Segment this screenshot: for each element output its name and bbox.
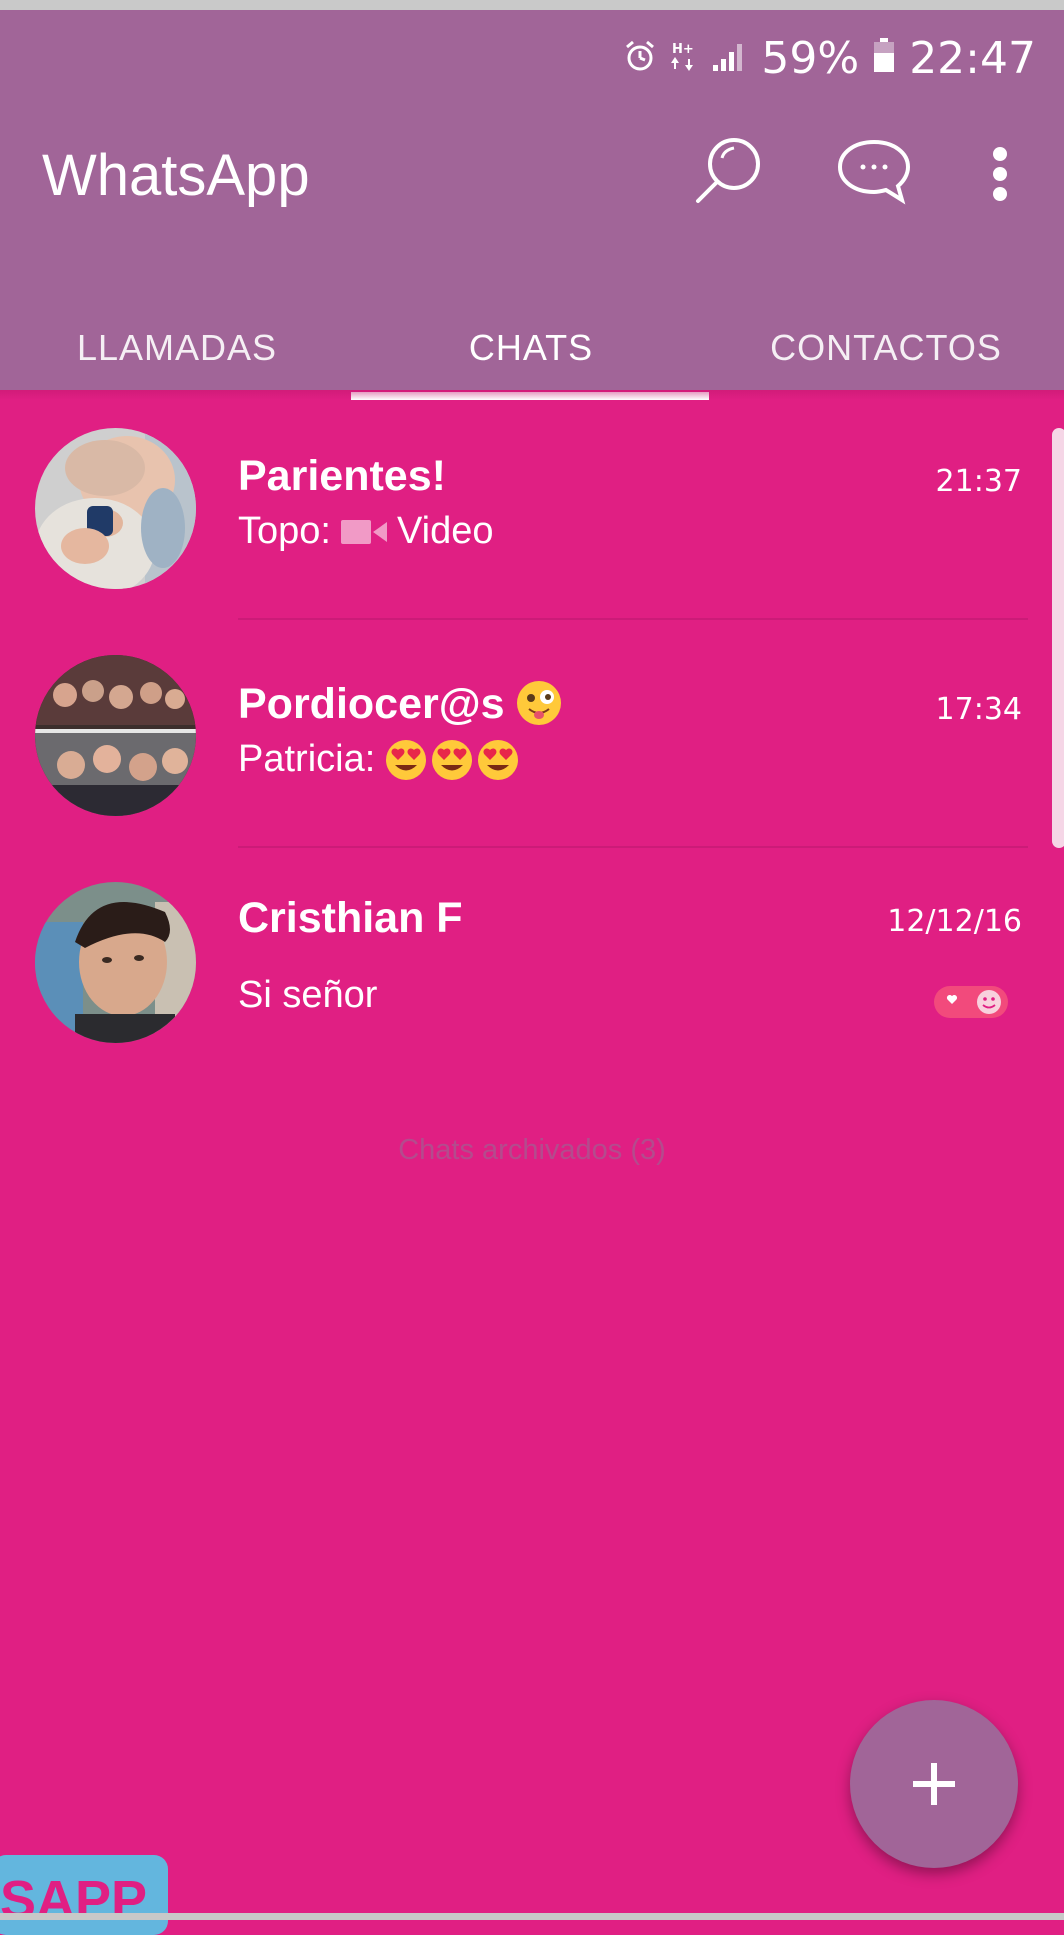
- tab-bar: LLAMADAS CHATS CONTACTOS: [0, 300, 1064, 400]
- watermark-text: SAPP: [0, 1870, 148, 1930]
- chat-time: 12/12/16: [887, 904, 1022, 939]
- chat-message: Si señor: [238, 974, 378, 1016]
- new-chat-button[interactable]: [834, 136, 914, 212]
- zany-face-emoji: [516, 680, 561, 725]
- battery-icon: [873, 33, 895, 84]
- tab-contactos[interactable]: CONTACTOS: [708, 300, 1064, 396]
- data-type-label: H+: [672, 42, 694, 57]
- status-bar: H+ 59% 22:47: [623, 30, 1036, 86]
- plus-icon: [913, 1763, 955, 1805]
- alarm-icon: [623, 33, 657, 84]
- more-options-button[interactable]: [982, 144, 1018, 208]
- app-bar: H+ 59% 22:47 WhatsApp LLAMADAS CHATS CON…: [0, 10, 1064, 400]
- data-arrows-icon: H+: [671, 33, 697, 84]
- chat-name: Parientes!: [238, 452, 446, 500]
- emoji-group: [385, 739, 519, 781]
- chat-row-cristhian[interactable]: Cristhian F 12/12/16 Si señor: [0, 856, 1064, 1083]
- new-chat-fab[interactable]: [850, 1700, 1018, 1868]
- avatar-cristhian[interactable]: [35, 882, 196, 1043]
- chat-preview: Topo: Video: [238, 510, 493, 553]
- row-divider: [238, 618, 1028, 620]
- chat-preview: Patricia:: [238, 738, 519, 781]
- heart-eyes-emoji: [386, 739, 427, 780]
- signal-icon: [711, 33, 747, 84]
- chat-sender: Topo:: [238, 510, 331, 552]
- chat-row-pordioceras[interactable]: Pordiocer@s 17:34 Patricia:: [0, 628, 1064, 855]
- tab-chats[interactable]: CHATS: [354, 300, 708, 396]
- chat-name: Pordiocer@s: [238, 680, 505, 728]
- chat-message: Video: [396, 510, 494, 552]
- app-title: WhatsApp: [42, 143, 310, 208]
- status-time: 22:47: [909, 32, 1036, 84]
- watermark-badge: SAPP: [0, 1855, 168, 1935]
- top-edge-strip: [0, 0, 1064, 10]
- chat-preview: Si señor: [238, 974, 377, 1017]
- bottom-edge-strip: [0, 1913, 1064, 1920]
- video-camera-icon: [340, 519, 387, 544]
- heart-eyes-emoji: [478, 739, 519, 780]
- archived-chats-link[interactable]: Chats archivados (3): [0, 1134, 1064, 1167]
- chat-time: 21:37: [935, 464, 1022, 499]
- row-divider: [238, 846, 1028, 848]
- tab-llamadas[interactable]: LLAMADAS: [0, 300, 354, 396]
- chat-row-parientes[interactable]: Parientes! 21:37 Topo: Video: [0, 400, 1064, 627]
- avatar-parientes[interactable]: [35, 428, 196, 589]
- chat-sender: Patricia:: [238, 738, 376, 780]
- battery-percent: 59%: [761, 32, 860, 84]
- new-chat-icon: [837, 139, 911, 205]
- search-icon: [696, 138, 760, 203]
- heart-eyes-emoji: [432, 739, 473, 780]
- search-button[interactable]: [690, 130, 770, 214]
- chat-time: 17:34: [935, 692, 1022, 727]
- heart-smile-badge-icon: [934, 984, 1008, 1024]
- app-bar-shadow: [0, 390, 1064, 400]
- chat-name-wrap: Pordiocer@s: [238, 680, 561, 729]
- avatar-pordioceras[interactable]: [35, 655, 196, 816]
- chat-name: Cristhian F: [238, 894, 463, 942]
- more-vert-icon: [993, 147, 1007, 201]
- scrollbar[interactable]: [1052, 428, 1064, 848]
